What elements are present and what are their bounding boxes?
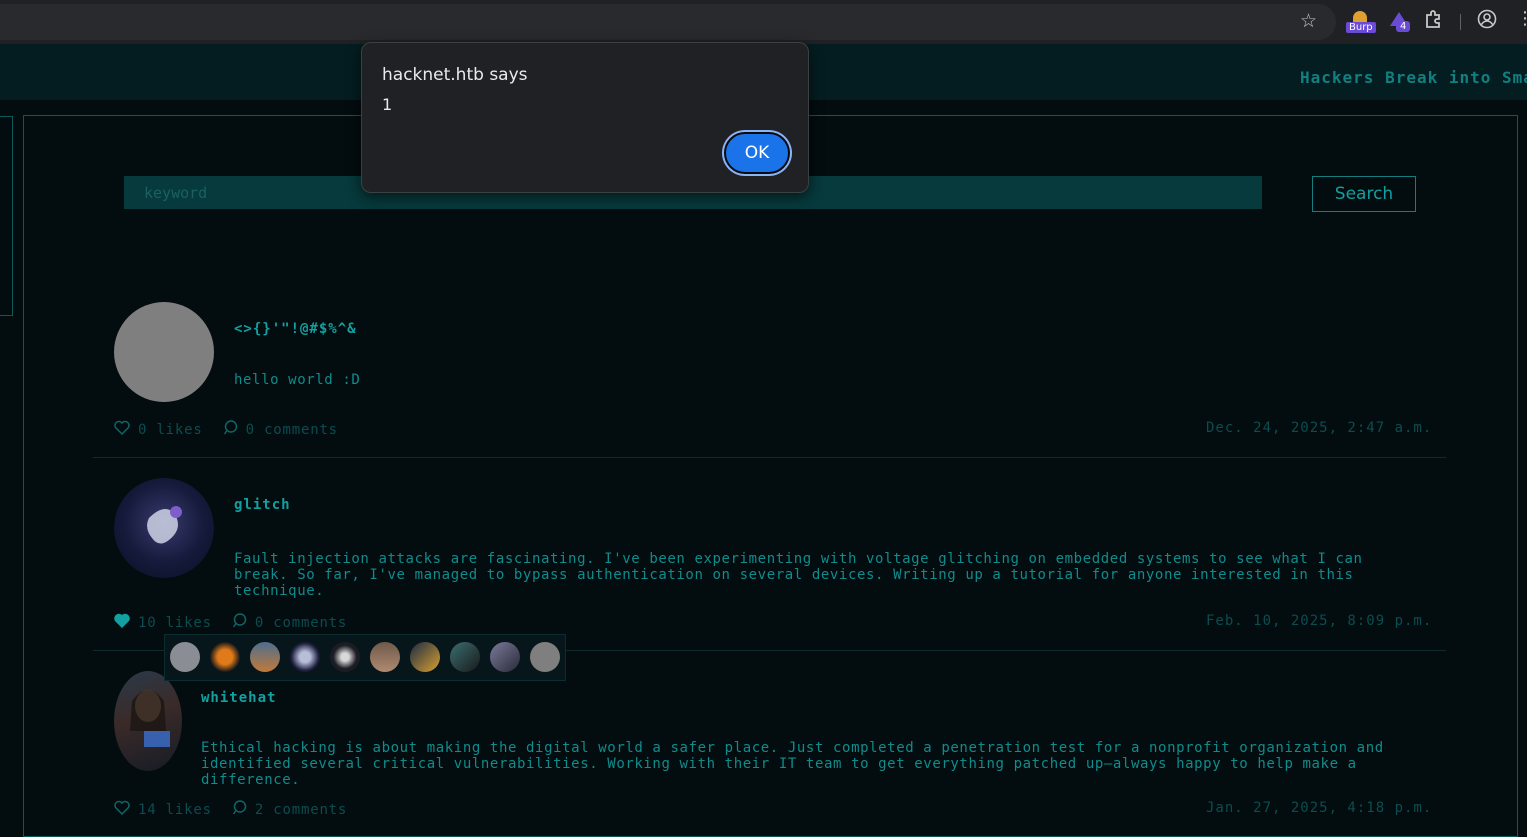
- browser-menu-icon[interactable]: ⋮: [1516, 10, 1527, 28]
- comments-count[interactable]: 0 comments: [246, 422, 338, 438]
- likers-popup: [164, 634, 566, 681]
- dialog-message: 1: [382, 95, 393, 114]
- sidebar-panel: [0, 116, 13, 316]
- heart-icon[interactable]: [114, 800, 130, 819]
- liker-avatar[interactable]: [450, 642, 480, 672]
- post-date: Jan. 27, 2025, 4:18 p.m.: [1206, 800, 1433, 816]
- liker-avatar[interactable]: [290, 642, 320, 672]
- post-author[interactable]: glitch: [234, 497, 291, 513]
- liker-avatar[interactable]: [410, 642, 440, 672]
- extension-badge-count: 4: [1396, 21, 1411, 32]
- liker-avatar[interactable]: [370, 642, 400, 672]
- post-avatar[interactable]: [114, 671, 182, 771]
- post-date: Feb. 10, 2025, 8:09 p.m.: [1206, 613, 1433, 629]
- burp-extension-label: Burp: [1346, 22, 1376, 33]
- post-divider: [93, 457, 1446, 458]
- main-panel: [23, 115, 1518, 837]
- liker-avatar[interactable]: [210, 642, 240, 672]
- bookmark-star-icon[interactable]: ☆: [1300, 10, 1317, 32]
- burp-extension-icon[interactable]: Burp: [1346, 9, 1376, 37]
- post-content: Fault injection attacks are fascinating.…: [234, 551, 1363, 599]
- liker-avatar[interactable]: [250, 642, 280, 672]
- post-actions: 0 likes 0 comments: [114, 420, 338, 439]
- search-button[interactable]: Search: [1312, 176, 1416, 212]
- toolbar-divider: [1460, 14, 1461, 30]
- post-actions: 10 likes 0 comments: [114, 613, 347, 632]
- comments-count[interactable]: 2 comments: [255, 802, 347, 818]
- comment-icon[interactable]: [223, 420, 238, 439]
- post-author[interactable]: <>{}'"!@#$%^&: [234, 321, 357, 337]
- extensions-puzzle-icon[interactable]: [1424, 9, 1444, 29]
- heart-filled-icon[interactable]: [114, 613, 130, 632]
- alert-dialog: hacknet.htb says 1 OK: [361, 42, 809, 193]
- liker-avatar[interactable]: [490, 642, 520, 672]
- news-ticker[interactable]: Hackers Break into Sma: [1300, 68, 1527, 87]
- comment-icon[interactable]: [232, 613, 247, 632]
- post-actions: 14 likes 2 comments: [114, 800, 347, 819]
- post-content: Ethical hacking is about making the digi…: [201, 740, 1384, 788]
- post-content: hello world :D: [234, 372, 361, 388]
- address-bar[interactable]: [0, 4, 1336, 40]
- wizard-extension-icon[interactable]: 4: [1388, 9, 1414, 37]
- liker-avatar[interactable]: [330, 642, 360, 672]
- ok-button[interactable]: OK: [724, 132, 790, 174]
- comment-icon[interactable]: [232, 800, 247, 819]
- likes-count[interactable]: 10 likes: [138, 615, 212, 631]
- post-avatar[interactable]: [114, 478, 214, 578]
- liker-avatar[interactable]: [530, 642, 560, 672]
- liker-avatar[interactable]: [170, 642, 200, 672]
- profile-icon[interactable]: [1477, 9, 1497, 29]
- likes-count[interactable]: 0 likes: [138, 422, 203, 438]
- post-author[interactable]: whitehat: [201, 690, 276, 706]
- browser-toolbar: ☆ Burp 4 ⋮: [0, 0, 1527, 44]
- post-date: Dec. 24, 2025, 2:47 a.m.: [1206, 420, 1433, 436]
- likes-count[interactable]: 14 likes: [138, 802, 212, 818]
- heart-icon[interactable]: [114, 420, 130, 439]
- comments-count[interactable]: 0 comments: [255, 615, 347, 631]
- dialog-title: hacknet.htb says: [382, 65, 528, 85]
- post-avatar[interactable]: [114, 302, 214, 402]
